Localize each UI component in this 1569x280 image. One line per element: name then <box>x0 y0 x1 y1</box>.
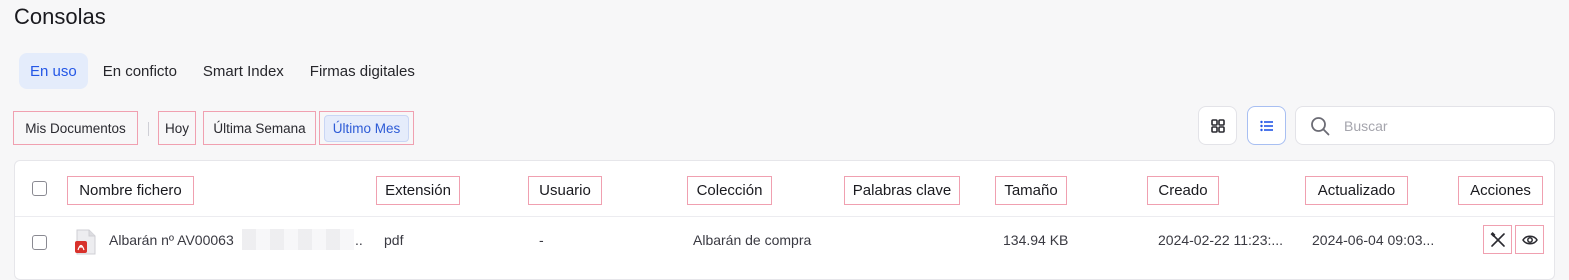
filter-ultimo-mes-label: Último Mes <box>323 114 410 142</box>
filter-hoy[interactable]: Hoy <box>158 111 196 145</box>
view-button[interactable] <box>1515 225 1544 254</box>
list-view-button[interactable] <box>1247 106 1286 145</box>
grid-view-button[interactable] <box>1198 106 1237 145</box>
column-header-extension[interactable]: Extensión <box>376 176 460 205</box>
tab-firmas-digitales[interactable]: Firmas digitales <box>299 53 426 89</box>
filter-ultima-semana[interactable]: Última Semana <box>203 111 316 145</box>
tab-en-conflicto[interactable]: En conficto <box>92 53 188 89</box>
edit-tools-button[interactable] <box>1483 225 1512 254</box>
search-input[interactable] <box>1342 116 1536 135</box>
search-icon <box>1311 116 1330 135</box>
column-header-tamano[interactable]: Tamaño <box>995 176 1067 205</box>
column-header-nombre-fichero[interactable]: Nombre fichero <box>67 176 194 205</box>
column-header-acciones[interactable]: Acciones <box>1458 176 1543 205</box>
column-header-creado[interactable]: Creado <box>1147 176 1219 205</box>
cell-coleccion: Albarán de compra <box>693 232 812 248</box>
tools-icon <box>1490 231 1505 247</box>
tab-en-uso[interactable]: En uso <box>19 53 88 89</box>
grid-icon <box>1210 118 1225 133</box>
search-box[interactable] <box>1295 106 1555 145</box>
filter-mis-documentos[interactable]: Mis Documentos <box>13 111 138 145</box>
page-title: Consolas <box>14 4 106 29</box>
column-header-usuario[interactable]: Usuario <box>528 176 602 205</box>
cell-actualizado: 2024-06-04 09:03... <box>1312 232 1435 248</box>
column-header-coleccion[interactable]: Colección <box>687 176 772 205</box>
column-header-palabras-clave[interactable]: Palabras clave <box>844 176 960 205</box>
cell-creado: 2024-02-22 11:23:... <box>1158 232 1284 248</box>
list-icon <box>1259 120 1273 131</box>
filter-ultimo-mes[interactable]: Último Mes <box>319 111 414 145</box>
column-header-actualizado[interactable]: Actualizado <box>1305 176 1408 205</box>
filter-divider <box>148 122 149 136</box>
row-checkbox[interactable] <box>32 235 47 250</box>
eye-icon <box>1521 235 1538 244</box>
cell-nombre-fichero: Albarán nº AV00063 <box>109 232 234 248</box>
header-divider <box>15 216 1554 217</box>
tab-smart-index[interactable]: Smart Index <box>192 53 295 89</box>
redacted-filename-area <box>242 229 354 250</box>
cell-usuario: - <box>539 232 544 248</box>
cell-nombre-fichero-ellipsis: .. <box>355 232 363 248</box>
cell-tamano: 134.94 KB <box>1003 232 1069 248</box>
documents-table: Nombre fichero Extensión Usuario Colecci… <box>14 160 1555 280</box>
select-all-checkbox[interactable] <box>32 181 47 196</box>
tab-bar: En uso En conficto Smart Index Firmas di… <box>19 53 426 89</box>
pdf-file-icon <box>75 229 96 255</box>
cell-extension: pdf <box>384 232 404 248</box>
